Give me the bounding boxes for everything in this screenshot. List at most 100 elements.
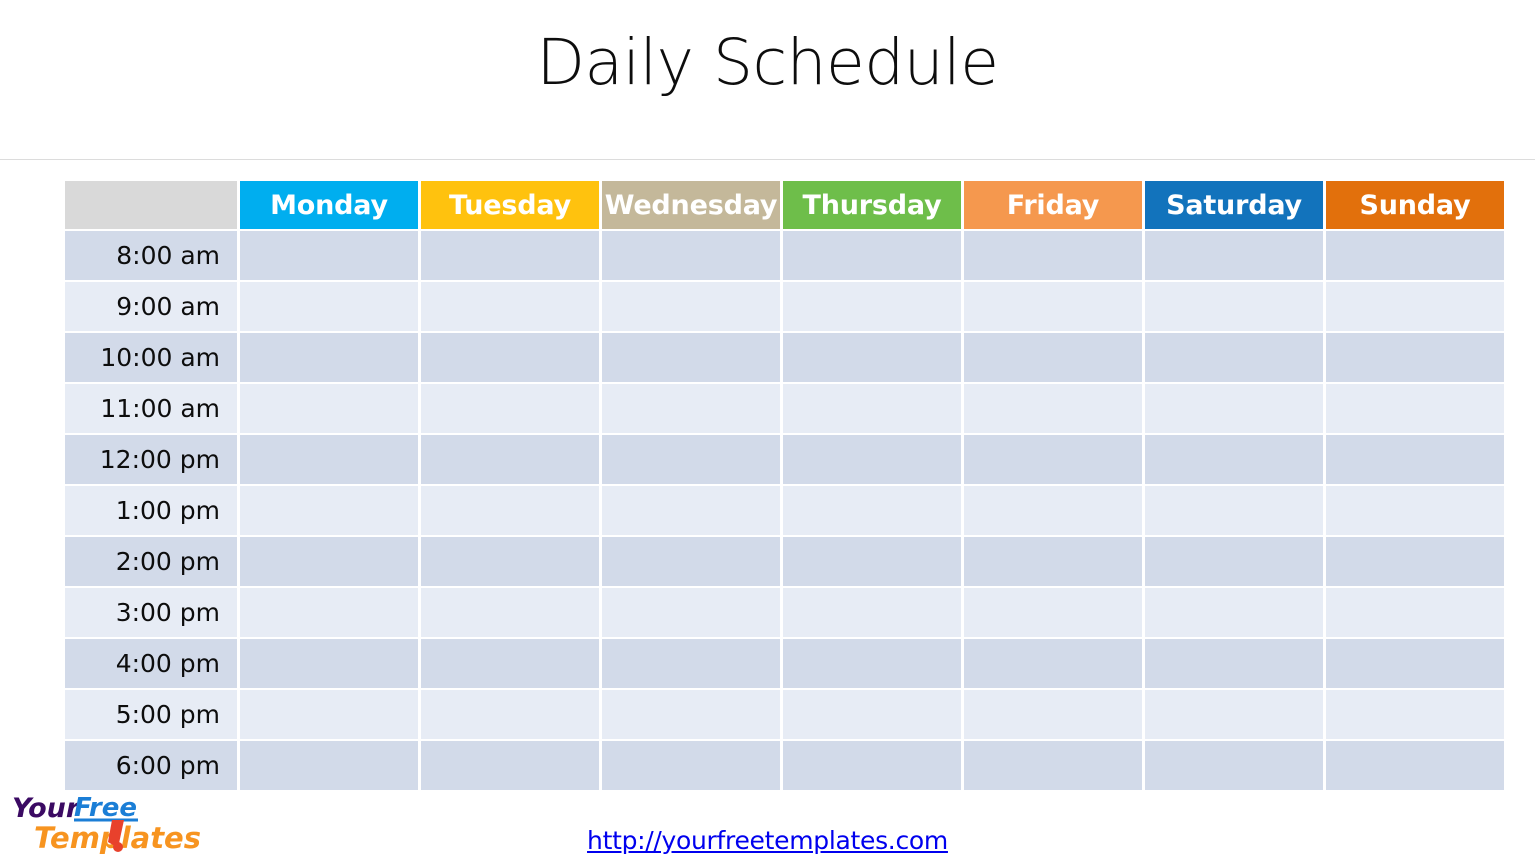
title-divider — [0, 159, 1535, 160]
schedule-slot-sunday-9[interactable] — [1326, 690, 1504, 739]
schedule-row: 9:00 am — [65, 282, 1504, 331]
schedule-slot-wednesday-1[interactable] — [602, 282, 780, 331]
schedule-slot-sunday-0[interactable] — [1326, 231, 1504, 280]
schedule-slot-thursday-0[interactable] — [783, 231, 961, 280]
schedule-slot-thursday-7[interactable] — [783, 588, 961, 637]
schedule-slot-wednesday-8[interactable] — [602, 639, 780, 688]
schedule-slot-saturday-7[interactable] — [1145, 588, 1323, 637]
schedule-slot-friday-9[interactable] — [964, 690, 1142, 739]
schedule-table-body: 8:00 am 9:00 am 10:00 am 11:00 am 12:00 pm 1:… — [65, 231, 1504, 790]
schedule-slot-wednesday-0[interactable] — [602, 231, 780, 280]
time-label-cell: 10:00 am — [65, 333, 237, 382]
schedule-slot-sunday-2[interactable] — [1326, 333, 1504, 382]
schedule-slot-tuesday-6[interactable] — [421, 537, 599, 586]
schedule-slot-monday-7[interactable] — [240, 588, 418, 637]
schedule-slot-saturday-2[interactable] — [1145, 333, 1323, 382]
page-title: Daily Schedule — [536, 26, 999, 99]
schedule-slot-friday-0[interactable] — [964, 231, 1142, 280]
schedule-slot-wednesday-9[interactable] — [602, 690, 780, 739]
schedule-slot-monday-5[interactable] — [240, 486, 418, 535]
schedule-slot-saturday-8[interactable] — [1145, 639, 1323, 688]
schedule-slot-tuesday-7[interactable] — [421, 588, 599, 637]
schedule-slot-thursday-10[interactable] — [783, 741, 961, 790]
schedule-slot-sunday-3[interactable] — [1326, 384, 1504, 433]
schedule-slot-friday-8[interactable] — [964, 639, 1142, 688]
schedule-slot-monday-9[interactable] — [240, 690, 418, 739]
schedule-slot-friday-2[interactable] — [964, 333, 1142, 382]
day-header-wednesday[interactable]: Wednesday — [602, 181, 780, 229]
schedule-slot-thursday-1[interactable] — [783, 282, 961, 331]
schedule-slot-wednesday-7[interactable] — [602, 588, 780, 637]
schedule-slot-wednesday-2[interactable] — [602, 333, 780, 382]
schedule-slot-monday-2[interactable] — [240, 333, 418, 382]
schedule-slot-monday-6[interactable] — [240, 537, 418, 586]
schedule-slot-tuesday-2[interactable] — [421, 333, 599, 382]
schedule-slot-sunday-8[interactable] — [1326, 639, 1504, 688]
schedule-slot-sunday-6[interactable] — [1326, 537, 1504, 586]
schedule-slot-saturday-6[interactable] — [1145, 537, 1323, 586]
schedule-slot-saturday-4[interactable] — [1145, 435, 1323, 484]
schedule-slot-monday-3[interactable] — [240, 384, 418, 433]
corner-header-cell — [65, 181, 237, 229]
day-header-thursday[interactable]: Thursday — [783, 181, 961, 229]
schedule-slot-sunday-10[interactable] — [1326, 741, 1504, 790]
day-header-friday[interactable]: Friday — [964, 181, 1142, 229]
schedule-slot-wednesday-6[interactable] — [602, 537, 780, 586]
schedule-slot-tuesday-10[interactable] — [421, 741, 599, 790]
schedule-slot-friday-4[interactable] — [964, 435, 1142, 484]
schedule-slot-saturday-5[interactable] — [1145, 486, 1323, 535]
schedule-slot-monday-0[interactable] — [240, 231, 418, 280]
schedule-slot-saturday-1[interactable] — [1145, 282, 1323, 331]
schedule-row: 1:00 pm — [65, 486, 1504, 535]
time-label-cell: 8:00 am — [65, 231, 237, 280]
schedule-slot-thursday-2[interactable] — [783, 333, 961, 382]
schedule-slot-tuesday-8[interactable] — [421, 639, 599, 688]
schedule-slot-monday-10[interactable] — [240, 741, 418, 790]
time-label-cell: 2:00 pm — [65, 537, 237, 586]
schedule-slot-friday-10[interactable] — [964, 741, 1142, 790]
schedule-slot-thursday-8[interactable] — [783, 639, 961, 688]
schedule-slot-saturday-9[interactable] — [1145, 690, 1323, 739]
schedule-slot-sunday-1[interactable] — [1326, 282, 1504, 331]
schedule-slot-wednesday-4[interactable] — [602, 435, 780, 484]
schedule-slot-tuesday-4[interactable] — [421, 435, 599, 484]
day-header-sunday[interactable]: Sunday — [1326, 181, 1504, 229]
schedule-slot-thursday-6[interactable] — [783, 537, 961, 586]
schedule-slot-sunday-5[interactable] — [1326, 486, 1504, 535]
footer-url-link[interactable]: http://yourfreetemplates.com — [587, 826, 948, 855]
schedule-table: Monday Tuesday Wednesday Thursday Friday Satu… — [62, 179, 1507, 792]
schedule-slot-friday-1[interactable] — [964, 282, 1142, 331]
schedule-row: 6:00 pm — [65, 741, 1504, 790]
day-header-tuesday[interactable]: Tuesday — [421, 181, 599, 229]
schedule-slot-thursday-4[interactable] — [783, 435, 961, 484]
schedule-slot-wednesday-5[interactable] — [602, 486, 780, 535]
schedule-slot-thursday-3[interactable] — [783, 384, 961, 433]
schedule-slot-sunday-4[interactable] — [1326, 435, 1504, 484]
schedule-slot-tuesday-1[interactable] — [421, 282, 599, 331]
schedule-row: 3:00 pm — [65, 588, 1504, 637]
schedule-slot-friday-6[interactable] — [964, 537, 1142, 586]
schedule-slot-friday-3[interactable] — [964, 384, 1142, 433]
schedule-slot-monday-8[interactable] — [240, 639, 418, 688]
schedule-slot-saturday-0[interactable] — [1145, 231, 1323, 280]
schedule-slot-tuesday-9[interactable] — [421, 690, 599, 739]
schedule-slot-saturday-3[interactable] — [1145, 384, 1323, 433]
schedule-slot-saturday-10[interactable] — [1145, 741, 1323, 790]
schedule-slot-tuesday-5[interactable] — [421, 486, 599, 535]
schedule-slot-tuesday-0[interactable] — [421, 231, 599, 280]
schedule-slot-monday-1[interactable] — [240, 282, 418, 331]
schedule-slot-wednesday-3[interactable] — [602, 384, 780, 433]
schedule-slot-monday-4[interactable] — [240, 435, 418, 484]
day-header-saturday[interactable]: Saturday — [1145, 181, 1323, 229]
schedule-slot-friday-7[interactable] — [964, 588, 1142, 637]
schedule-slot-thursday-9[interactable] — [783, 690, 961, 739]
schedule-slot-wednesday-10[interactable] — [602, 741, 780, 790]
schedule-row: 10:00 am — [65, 333, 1504, 382]
schedule-slot-tuesday-3[interactable] — [421, 384, 599, 433]
day-header-monday[interactable]: Monday — [240, 181, 418, 229]
schedule-slot-thursday-5[interactable] — [783, 486, 961, 535]
time-label-cell: 5:00 pm — [65, 690, 237, 739]
schedule-slot-friday-5[interactable] — [964, 486, 1142, 535]
schedule-slot-sunday-7[interactable] — [1326, 588, 1504, 637]
time-label-cell: 4:00 pm — [65, 639, 237, 688]
